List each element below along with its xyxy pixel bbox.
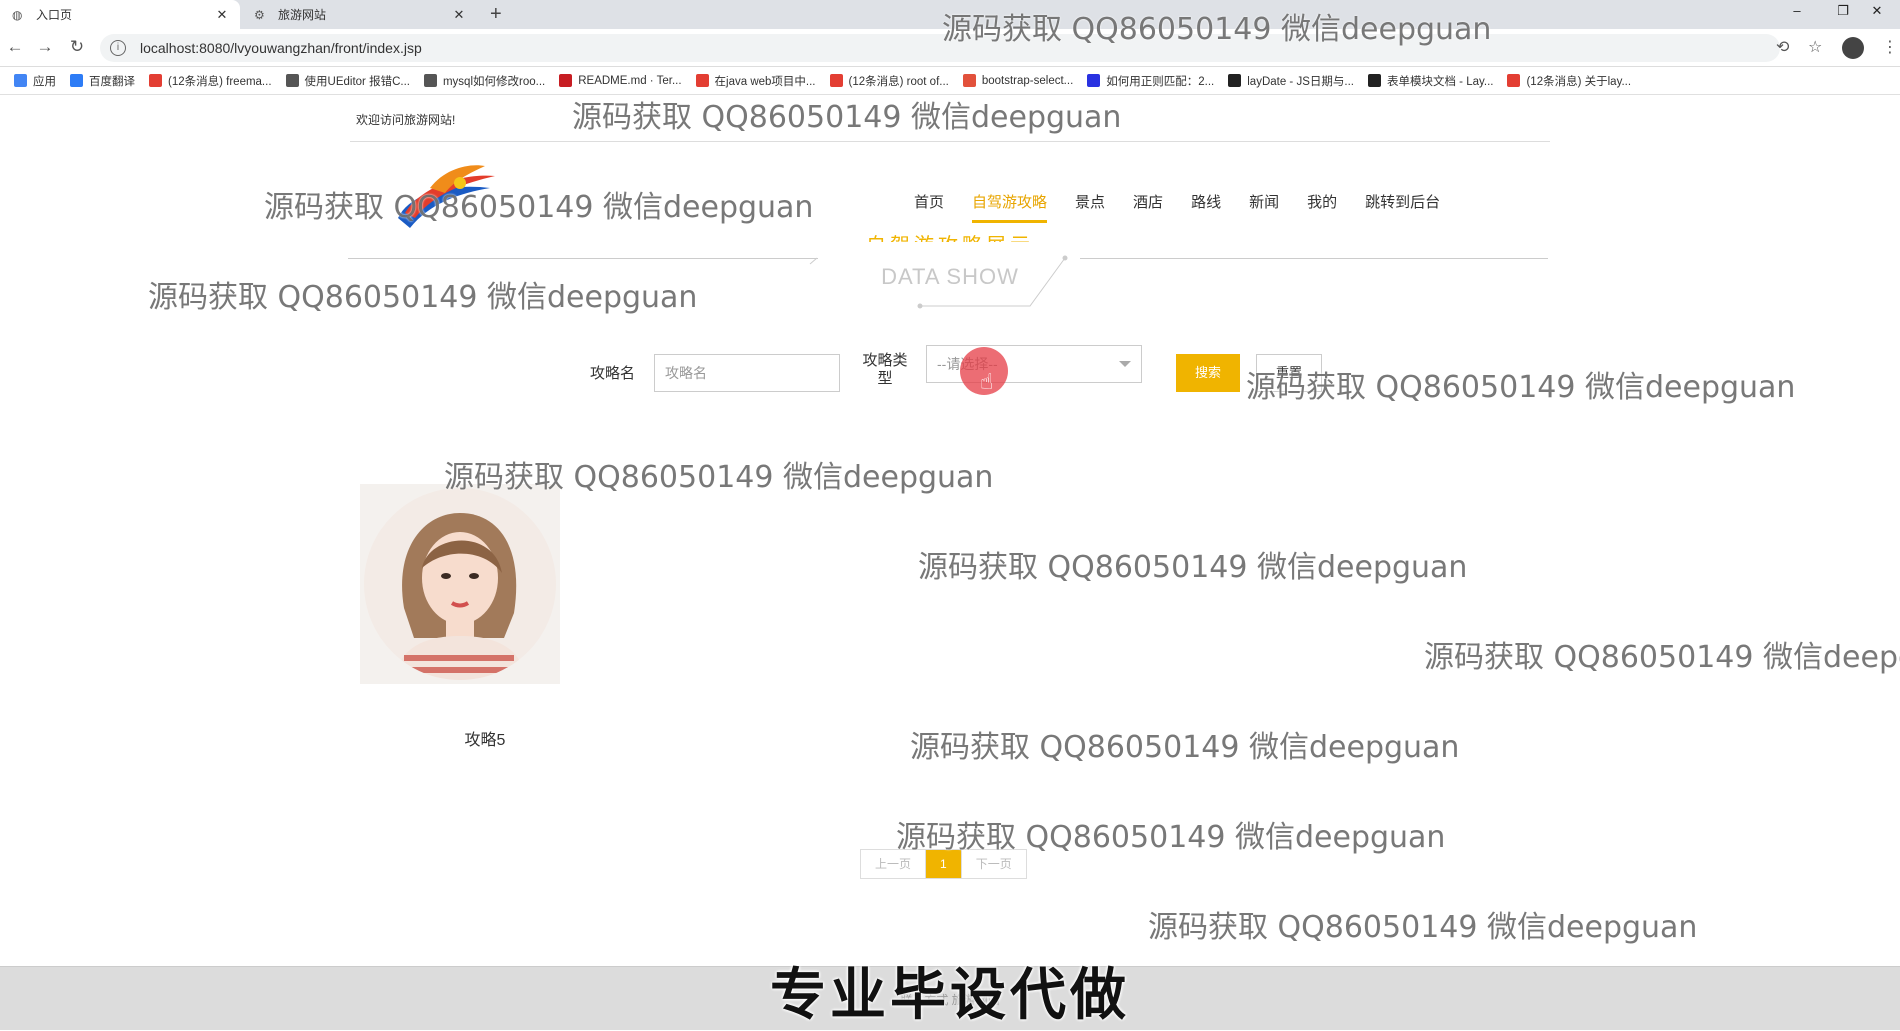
info-icon[interactable]: i [110, 40, 126, 56]
layui-icon [1228, 74, 1242, 87]
hand-cursor-icon: ☝ [980, 369, 994, 394]
bookmarks-bar: 应用 百度翻译 (12条消息) freema... 使用UEditor 报错C... m… [0, 67, 1900, 95]
bookmark-item[interactable]: 表单模块文档 - Lay... [1367, 73, 1494, 89]
bookmark-label: 在java web项目中... [714, 75, 816, 88]
csdn-icon [695, 74, 709, 87]
section-divider-left [348, 258, 818, 259]
bookmark-label: 表单模块文档 - Lay... [1386, 75, 1494, 88]
tab-label: 入口页 [36, 8, 73, 22]
new-tab-button[interactable]: + [490, 3, 502, 26]
bookmark-label: mysql如何修改roo... [442, 75, 546, 88]
bookmark-item[interactable]: bootstrap-select... [962, 74, 1074, 87]
globe-icon: ◍ [12, 7, 23, 22]
nav-item[interactable]: 新闻 [1249, 191, 1279, 223]
guide-type-select[interactable]: --请选择-- [926, 345, 1142, 383]
bookmark-item[interactable]: 应用 [14, 73, 56, 89]
close-window-button[interactable]: ✕ [1854, 0, 1900, 29]
nav-item[interactable]: 景点 [1075, 191, 1105, 223]
tab-entry-page[interactable]: ◍ 入口页 ✕ [0, 0, 240, 29]
bookmark-item[interactable]: 如何用正则匹配：2... [1087, 73, 1214, 89]
translate-icon[interactable]: ⟲ [1776, 37, 1789, 57]
nav-item[interactable]: 我的 [1307, 191, 1337, 223]
bookmark-item[interactable]: 百度翻译 [70, 73, 135, 89]
chevron-down-icon [1119, 361, 1131, 367]
baidu-translate-icon [70, 74, 83, 87]
nav-item[interactable]: 路线 [1191, 191, 1221, 223]
promo-banner: 专业毕设代做 [770, 963, 1130, 1028]
close-tab-icon[interactable]: ✕ [214, 7, 230, 23]
csdn-icon [1507, 74, 1521, 87]
minimize-button[interactable]: – [1774, 0, 1820, 29]
csdn-icon [829, 74, 843, 87]
pagination: 上一页 1 下一页 [860, 849, 1027, 879]
bookmark-label: 应用 [33, 75, 56, 88]
page-content: 欢迎访问旅游网站! 首页 自驾游攻略 景点 酒店 路线 新闻 我的 跳转到后台 自驾游攻略展示… [0, 96, 1900, 966]
bookmark-label: README.md · Ter... [578, 74, 682, 87]
gitee-icon [559, 74, 573, 87]
nav-item[interactable]: 自驾游攻略 [972, 191, 1048, 223]
bookmark-label: layDate - JS日期与... [1247, 75, 1354, 88]
section-divider-right [1080, 258, 1548, 259]
bookmark-label: 百度翻译 [89, 75, 135, 88]
bookmark-label: (12条消息) freema... [168, 75, 272, 88]
page-1-button[interactable]: 1 [925, 850, 961, 878]
more-menu-icon[interactable]: ⋮ [1882, 37, 1898, 57]
csdn-icon [149, 74, 162, 87]
star-icon[interactable]: ☆ [1808, 37, 1822, 57]
main-nav: 首页 自驾游攻略 景点 酒店 路线 新闻 我的 跳转到后台 [900, 191, 1454, 223]
nav-item[interactable]: 首页 [914, 191, 944, 223]
next-page-button[interactable]: 下一页 [960, 850, 1026, 878]
bookmark-icon [423, 74, 437, 87]
bookmark-item[interactable]: 在java web项目中... [695, 73, 816, 89]
prev-page-button[interactable]: 上一页 [861, 850, 926, 878]
guide-name-input[interactable]: 攻略名 [654, 354, 840, 392]
profile-avatar-icon[interactable] [1842, 37, 1864, 59]
bookmark-label: bootstrap-select... [981, 74, 1074, 87]
bookmark-label: 使用UEditor 报错C... [304, 75, 410, 88]
layui-icon [1367, 74, 1381, 87]
forward-arrow-icon[interactable]: → [34, 37, 56, 57]
baidu-icon [1087, 74, 1101, 87]
bookmark-item[interactable]: (12条消息) freema... [149, 73, 272, 89]
bookmark-item[interactable]: 使用UEditor 报错C... [285, 73, 410, 89]
guide-card-image[interactable] [360, 484, 560, 684]
bookmark-item[interactable]: (12条消息) root of... [829, 73, 949, 89]
reset-button[interactable]: 重置 [1256, 354, 1322, 392]
browser-tab-bar: ◍ 入口页 ✕ ⚙ 旅游网站 ✕ + – ❐ ✕ [0, 0, 1900, 29]
site-logo[interactable] [390, 158, 500, 233]
bookmark-label: (12条消息) 关于lay... [1526, 75, 1632, 88]
bookmark-label: (12条消息) root of... [848, 75, 949, 88]
guide-card-title[interactable]: 攻略5 [360, 726, 610, 750]
bookmark-icon [962, 74, 976, 87]
header-divider [350, 141, 1550, 142]
type-label: 攻略类型 [862, 352, 908, 387]
tab-label: 旅游网站 [278, 8, 327, 22]
name-label: 攻略名 [590, 365, 636, 382]
nav-item[interactable]: 跳转到后台 [1365, 191, 1440, 223]
bookmark-icon [285, 74, 299, 87]
back-arrow-icon[interactable]: ← [4, 37, 26, 57]
bookmark-item[interactable]: mysql如何修改roo... [423, 73, 546, 89]
search-button[interactable]: 搜索 [1176, 354, 1240, 392]
bookmark-item[interactable]: layDate - JS日期与... [1228, 73, 1354, 89]
welcome-text: 欢迎访问旅游网站! [356, 113, 456, 127]
url-text: localhost:8080/lvyouwangzhan/front/index… [140, 40, 422, 56]
bookmark-item[interactable]: (12条消息) 关于lay... [1507, 73, 1631, 89]
settings-globe-icon: ⚙ [254, 7, 265, 22]
tab-travel-site[interactable]: ⚙ 旅游网站 ✕ [242, 0, 477, 29]
bookmark-item[interactable]: README.md · Ter... [559, 74, 682, 87]
address-bar: ← → ↻ i localhost:8080/lvyouwangzhan/fro… [0, 29, 1900, 67]
avatar [364, 488, 556, 680]
apps-grid-icon [14, 74, 27, 87]
reload-icon[interactable]: ↻ [66, 37, 88, 57]
close-tab-icon[interactable]: ✕ [451, 7, 467, 23]
nav-item[interactable]: 酒店 [1133, 191, 1163, 223]
url-field[interactable]: i localhost:8080/lvyouwangzhan/front/ind… [100, 34, 1780, 62]
bookmark-label: 如何用正则匹配：2... [1106, 75, 1215, 88]
